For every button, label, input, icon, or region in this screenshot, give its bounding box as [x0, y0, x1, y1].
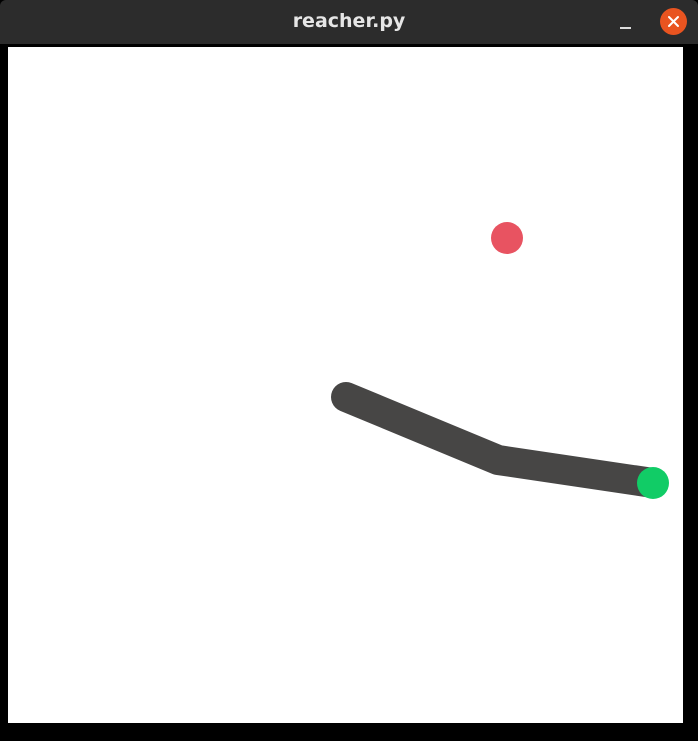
- reacher-scene: [331, 222, 669, 499]
- minimize-icon: [620, 27, 631, 29]
- window-title: reacher.py: [292, 10, 406, 32]
- app-window: reacher.py: [0, 0, 698, 741]
- end-effector-dot: [637, 467, 669, 499]
- close-icon: [668, 16, 679, 27]
- target-dot: [491, 222, 523, 254]
- game-canvas[interactable]: [8, 47, 683, 723]
- title-bar[interactable]: reacher.py: [0, 0, 698, 44]
- minimize-button[interactable]: [611, 8, 639, 36]
- close-button[interactable]: [660, 8, 687, 35]
- robot-arm: [331, 382, 668, 498]
